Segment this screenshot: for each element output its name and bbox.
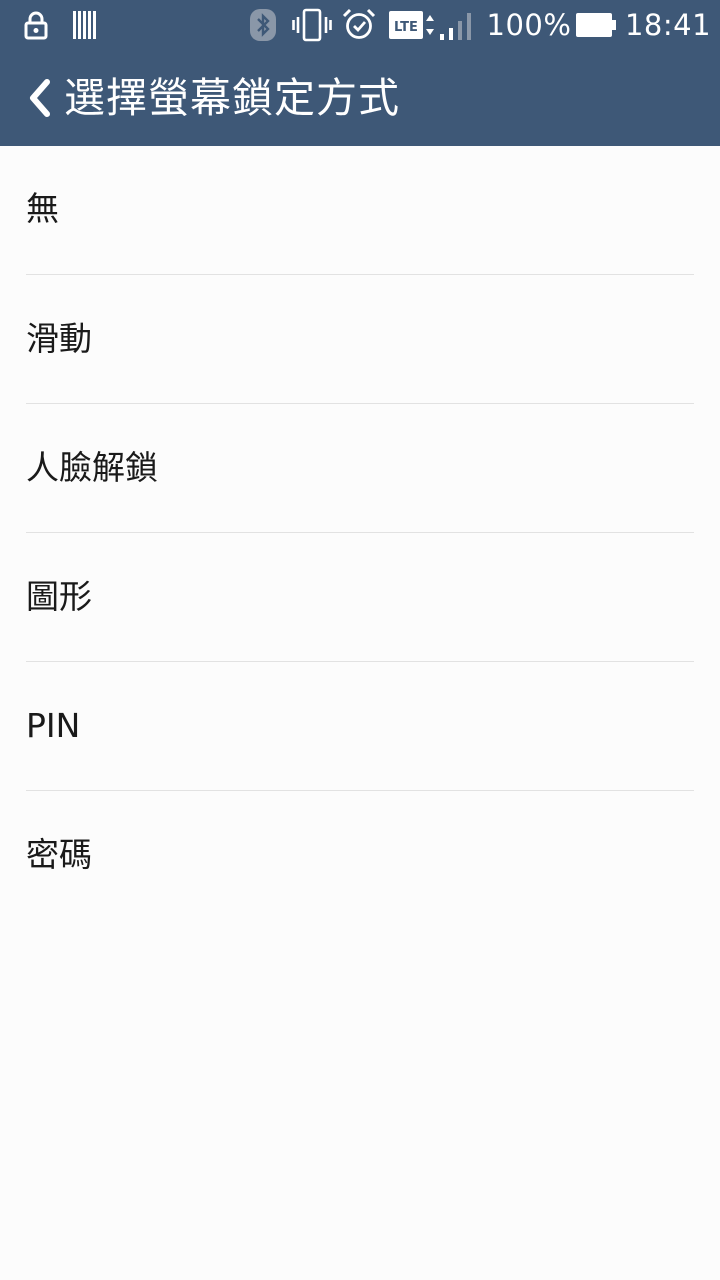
lte-icon: LTE [388,0,436,50]
lock-option-none[interactable]: 無 [26,146,694,275]
chevron-left-icon [30,79,50,117]
bluetooth-icon [248,0,278,50]
battery-percent: 100% [486,8,572,42]
lock-option-label: 無 [26,189,59,228]
lock-method-list: 無 滑動 人臉解鎖 圖形 PIN 密碼 [0,146,720,919]
lock-icon [22,0,50,50]
lock-option-face-unlock[interactable]: 人臉解鎖 [26,404,694,533]
back-button[interactable] [14,72,66,124]
status-time: 18:41 [624,8,712,42]
signal-icon [438,0,474,50]
barcode-icon [70,0,98,50]
alarm-icon [342,0,376,50]
battery-icon [574,0,618,50]
status-bar: LTE 100% 18:41 [0,0,720,50]
screen: LTE 100% 18:41 選擇螢幕鎖定方式 無 滑動 人臉解鎖 圖形 PIN… [0,0,720,1280]
lock-option-label: PIN [26,706,81,745]
page-title: 選擇螢幕鎖定方式 [64,74,400,122]
lock-option-password[interactable]: 密碼 [26,791,694,919]
lock-option-swipe[interactable]: 滑動 [26,275,694,404]
svg-text:LTE: LTE [394,20,418,35]
lock-option-pin[interactable]: PIN [26,662,694,791]
lock-option-label: 密碼 [26,835,92,874]
lock-option-label: 人臉解鎖 [26,448,158,487]
lock-option-label: 圖形 [26,577,92,616]
lock-option-pattern[interactable]: 圖形 [26,533,694,662]
vibrate-icon [292,0,332,50]
app-bar: 選擇螢幕鎖定方式 [0,50,720,146]
lock-option-label: 滑動 [26,319,92,358]
